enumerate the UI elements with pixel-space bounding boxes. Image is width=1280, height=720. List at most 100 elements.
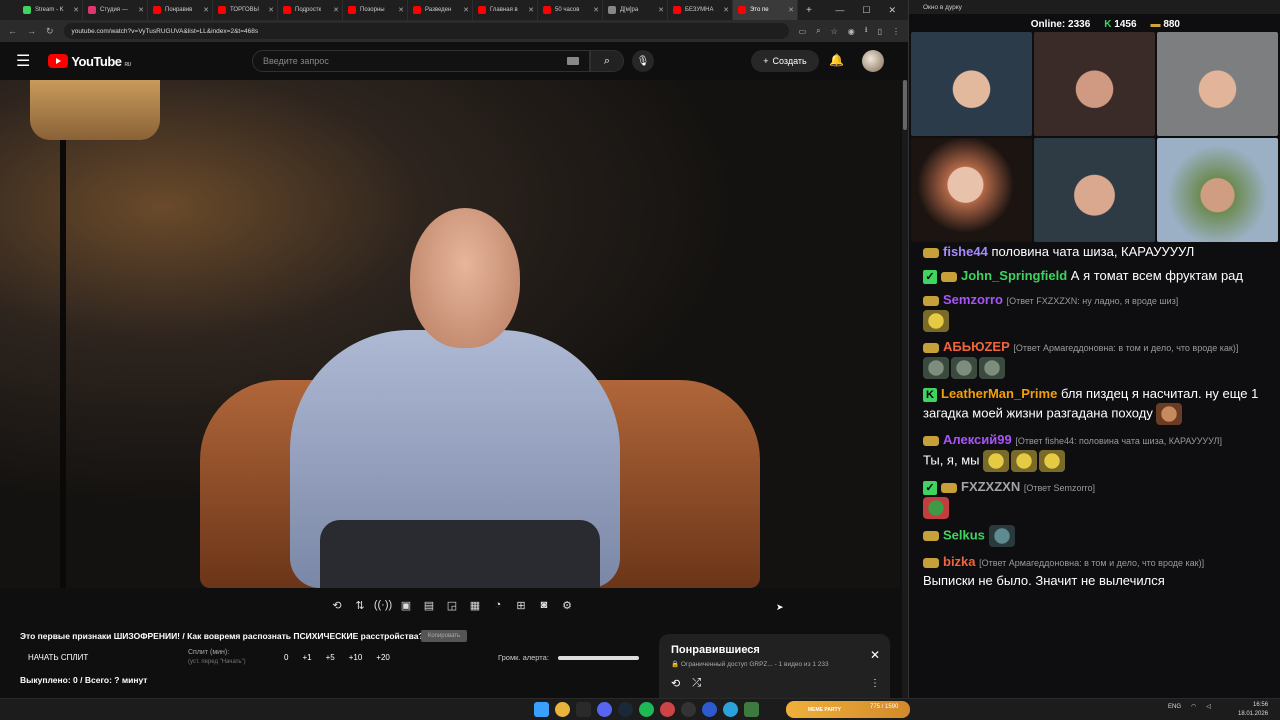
- create-button[interactable]: + Создать: [751, 50, 819, 72]
- close-icon[interactable]: ✕: [870, 648, 880, 662]
- browser-tab[interactable]: Главная в ✕: [473, 0, 538, 20]
- browser-tab[interactable]: Понравив ✕: [148, 0, 213, 20]
- browser-tab[interactable]: Разведен ✕: [408, 0, 473, 20]
- clock[interactable]: 16:56 18.01.2026: [1238, 701, 1268, 719]
- youtube-logo[interactable]: YouTube RU: [48, 54, 131, 69]
- tab-close-icon[interactable]: ✕: [138, 6, 144, 14]
- broadcast-icon[interactable]: ((·)): [374, 597, 392, 613]
- explorer-icon[interactable]: [576, 702, 591, 717]
- browser-tab[interactable]: БЕЗУМНА ✕: [668, 0, 733, 20]
- tab-close-icon[interactable]: ✕: [203, 6, 209, 14]
- extension-icon[interactable]: ◉: [848, 27, 855, 36]
- repeat-icon[interactable]: ⟲: [671, 677, 680, 690]
- picture-in-picture-icon[interactable]: ◲: [443, 597, 461, 613]
- alert-volume-slider[interactable]: [558, 656, 639, 660]
- tab-close-icon[interactable]: ✕: [398, 6, 404, 14]
- chat-username[interactable]: John_Springfield: [961, 268, 1067, 283]
- browser-tab[interactable]: Это пе ✕: [733, 0, 798, 20]
- browser-tab[interactable]: Позорны ✕: [343, 0, 408, 20]
- browser-tab[interactable]: Студия — ✕: [83, 0, 148, 20]
- tab-close-icon[interactable]: ✕: [73, 6, 79, 14]
- back-icon[interactable]: ←: [8, 26, 17, 36]
- search-input[interactable]: Введите запрос: [252, 50, 590, 72]
- split-value-plus20[interactable]: +20: [376, 653, 390, 662]
- telegram-icon[interactable]: [723, 702, 738, 717]
- minimize-button[interactable]: —: [835, 5, 844, 16]
- tab-close-icon[interactable]: ✕: [788, 6, 794, 14]
- browser-tab[interactable]: Stream - K ✕: [18, 0, 83, 20]
- player-icon[interactable]: [702, 702, 717, 717]
- sidebar-icon[interactable]: ▯: [878, 27, 882, 36]
- browser-tab[interactable]: ТОРГОВЫ ✕: [213, 0, 278, 20]
- notifications-bell-icon[interactable]: 🔔: [829, 53, 844, 67]
- chat-username[interactable]: Алексий99: [943, 432, 1012, 447]
- video-player[interactable]: 🦋: [0, 80, 900, 588]
- browser-tab[interactable]: 50 часов ✕: [538, 0, 603, 20]
- spotify-icon[interactable]: [639, 702, 654, 717]
- add-screen-icon[interactable]: ⊞: [512, 597, 530, 613]
- new-tab-button[interactable]: +: [806, 5, 812, 16]
- chat-username[interactable]: АБЬЮZЕР: [943, 339, 1010, 354]
- camera-icon[interactable]: ◙: [535, 597, 553, 613]
- avatar[interactable]: [862, 50, 884, 72]
- more-icon[interactable]: ⋮: [870, 678, 880, 689]
- chat-username[interactable]: Selkus: [943, 527, 985, 542]
- tab-close-icon[interactable]: ✕: [333, 6, 339, 14]
- chat-username[interactable]: FXZXZXN: [961, 479, 1020, 494]
- tab-close-icon[interactable]: ✕: [658, 6, 664, 14]
- tab-close-icon[interactable]: ✕: [723, 6, 729, 14]
- maximize-button[interactable]: ☐: [862, 5, 870, 16]
- search-button[interactable]: ⌕: [590, 50, 624, 72]
- obs-icon[interactable]: [681, 702, 696, 717]
- cast-icon[interactable]: ▭: [799, 27, 807, 36]
- browser-tab[interactable]: Подростк ✕: [278, 0, 343, 20]
- tab-close-icon[interactable]: ✕: [593, 6, 599, 14]
- playlist-title[interactable]: Понравившиеся: [671, 644, 878, 656]
- keyboard-icon[interactable]: [567, 57, 579, 65]
- chat-username[interactable]: bizka: [943, 554, 976, 569]
- clapper-icon[interactable]: ▤: [420, 597, 438, 613]
- split-value-plus1[interactable]: +1: [302, 653, 311, 662]
- app-icon[interactable]: [660, 702, 675, 717]
- chat-username[interactable]: Semzorro: [943, 292, 1003, 307]
- chat-username[interactable]: LeatherMan_Prime: [941, 386, 1057, 401]
- windows-start-icon[interactable]: [534, 702, 549, 717]
- split-value-plus5[interactable]: +5: [326, 653, 335, 662]
- sort-icon[interactable]: ⇅: [351, 597, 369, 613]
- split-value-plus10[interactable]: +10: [349, 653, 363, 662]
- start-split-button[interactable]: НАЧАТЬ СПЛИТ: [28, 653, 88, 662]
- close-button[interactable]: ✕: [888, 5, 896, 16]
- tab-close-icon[interactable]: ✕: [528, 6, 534, 14]
- settings-gear-icon[interactable]: ⚙: [558, 597, 576, 613]
- watch-later-icon[interactable]: ▣: [397, 597, 415, 613]
- menu-dots-icon[interactable]: ⋮: [892, 27, 900, 36]
- star-icon[interactable]: ☆: [831, 27, 838, 36]
- forward-icon[interactable]: →: [27, 26, 36, 36]
- tab-close-icon[interactable]: ✕: [268, 6, 274, 14]
- discord-icon[interactable]: [597, 702, 612, 717]
- hamburger-menu-icon[interactable]: ☰: [16, 51, 30, 71]
- speed-icon[interactable]: ◔: [489, 597, 507, 613]
- copy-button[interactable]: Копировать: [421, 630, 467, 642]
- url-field[interactable]: youtube.com/watch?v=VyTusRUGUVA&list=LL&…: [63, 23, 789, 39]
- chrome-icon[interactable]: [555, 702, 570, 717]
- tab-close-icon[interactable]: ✕: [463, 6, 469, 14]
- tab-favicon-icon: [673, 6, 681, 14]
- loop-icon[interactable]: ⟲: [328, 597, 346, 613]
- scrollbar-thumb[interactable]: [903, 80, 907, 130]
- steam-icon[interactable]: [618, 702, 633, 717]
- language-indicator[interactable]: ENG: [1168, 704, 1181, 710]
- voice-search-button[interactable]: 🎙: [632, 50, 654, 72]
- notes-icon[interactable]: [744, 702, 759, 717]
- chat-username[interactable]: fishe44: [943, 244, 988, 259]
- wifi-icon[interactable]: ◠: [1191, 703, 1196, 710]
- volume-icon[interactable]: ◁: [1206, 703, 1211, 710]
- zoom-icon[interactable]: ⌕: [816, 26, 820, 36]
- chat-message: ✓ FXZXZXN [Ответ Semzorro]: [923, 478, 1269, 519]
- film-icon[interactable]: ▦: [466, 597, 484, 613]
- shuffle-icon[interactable]: ⤮: [692, 677, 701, 690]
- browser-tab[interactable]: Д[м]ра ✕: [603, 0, 668, 20]
- download-icon[interactable]: ⭳: [865, 24, 868, 38]
- reload-icon[interactable]: ↻: [46, 26, 54, 37]
- split-value-0[interactable]: 0: [284, 653, 288, 662]
